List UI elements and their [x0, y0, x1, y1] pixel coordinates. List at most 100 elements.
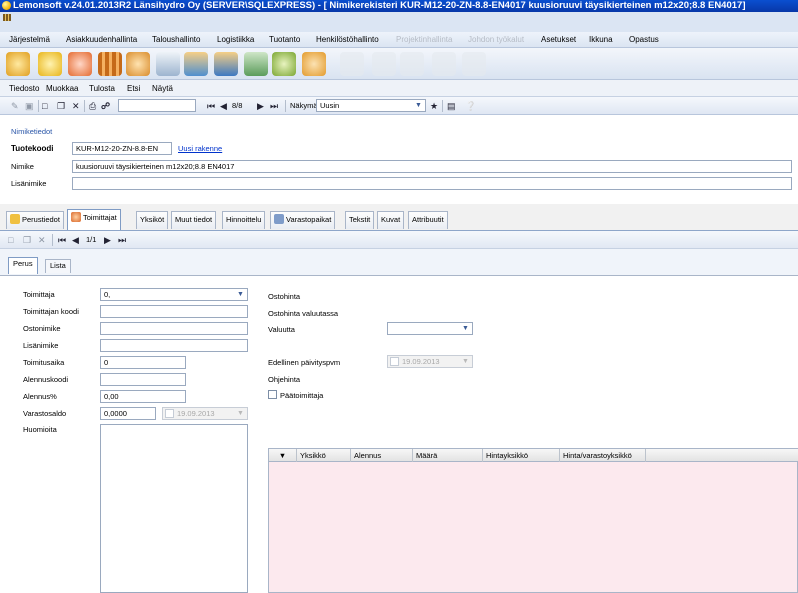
- gear-icon[interactable]: [302, 52, 326, 76]
- menu-asiakkuudenhallinta[interactable]: Asiakkuudenhallinta: [66, 35, 137, 44]
- child-window-menu-icon[interactable]: [3, 14, 11, 21]
- edellinen-paivityspvm-date: 19.09.2013 ▼: [387, 355, 473, 368]
- col-alennus[interactable]: Alennus: [351, 449, 413, 462]
- toimitusaika-field[interactable]: 0: [100, 356, 186, 369]
- view-select[interactable]: Uusin ▼: [316, 99, 426, 112]
- menu-henkilostohallinto[interactable]: Henkilöstöhallinto: [316, 35, 379, 44]
- menu-asetukset[interactable]: Asetukset: [541, 35, 576, 44]
- toimittaja-select[interactable]: 0, ▼: [100, 288, 248, 301]
- tab-varastopaikat[interactable]: Varastopaikat: [270, 211, 336, 229]
- edit-icon[interactable]: ✎: [11, 100, 19, 112]
- lisanimike-label: Lisänimike: [23, 341, 59, 350]
- next-record-button[interactable]: ▶: [257, 100, 264, 112]
- prev-record-button[interactable]: ◀: [220, 100, 227, 112]
- truck-in-icon[interactable]: [184, 52, 208, 76]
- last-record-button[interactable]: ⏭: [118, 234, 126, 246]
- filter-icon[interactable]: ▼: [269, 449, 297, 462]
- col-maara[interactable]: Määrä: [413, 449, 483, 462]
- ostonimike-field[interactable]: [100, 322, 248, 335]
- factory-icon[interactable]: [244, 52, 268, 76]
- view-label: Näkymä: [290, 101, 318, 110]
- save-icon[interactable]: ▣: [25, 100, 34, 112]
- menu-muokkaa[interactable]: Muokkaa: [46, 84, 78, 93]
- menu-nayta[interactable]: Näytä: [152, 84, 173, 93]
- alennus-field[interactable]: 0,00: [100, 390, 186, 403]
- paatoimittaja-checkbox[interactable]: [268, 390, 277, 399]
- menu-tiedosto[interactable]: Tiedosto: [9, 84, 39, 93]
- delete-icon[interactable]: ✕: [72, 100, 80, 112]
- record-navigator: ✎ ▣ □ ❐ ✕ ⎙ ☍ ⏮ ◀ 8/8 ▶ ⏭ Näkymä Uusin ▼…: [0, 97, 798, 115]
- view-select-value: Uusin: [320, 101, 340, 110]
- lisanimike-label: Lisänimike: [11, 179, 47, 188]
- edellinen-paivityspvm-label: Edellinen päivityspvm: [268, 358, 341, 367]
- section-title: Nimiketiedot: [11, 127, 53, 136]
- new-record-icon[interactable]: □: [8, 234, 13, 246]
- prev-record-button[interactable]: ◀: [72, 234, 79, 246]
- valuutta-select[interactable]: ▼: [387, 322, 473, 335]
- tab-kuvat[interactable]: Kuvat: [377, 211, 405, 229]
- tab-lista[interactable]: Lista: [45, 259, 71, 273]
- first-record-button[interactable]: ⏮: [207, 100, 215, 112]
- stack-icon[interactable]: [126, 52, 150, 76]
- col-yksikko[interactable]: Yksikkö: [297, 449, 351, 462]
- favorite-icon[interactable]: ★: [430, 100, 438, 112]
- first-record-button[interactable]: ⏮: [58, 234, 66, 246]
- quick-search-input[interactable]: [118, 99, 196, 112]
- varastosaldo-field[interactable]: 0,0000: [100, 407, 156, 420]
- copy-icon[interactable]: ❐: [23, 234, 31, 246]
- varastosaldo-date: 19.09.2013 ▼: [162, 407, 248, 420]
- tab-toimittajat[interactable]: Toimittajat: [67, 209, 121, 230]
- inner-tabs: Perus Lista: [0, 249, 798, 275]
- people-icon[interactable]: [68, 52, 92, 76]
- module-toolbar: [0, 48, 798, 80]
- last-record-button[interactable]: ⏭: [270, 100, 278, 112]
- lisanimike-field[interactable]: [100, 339, 248, 352]
- alennuskoodi-field[interactable]: [100, 373, 186, 386]
- menu-jarjestelma[interactable]: Järjestelmä: [9, 35, 50, 44]
- new-record-icon[interactable]: □: [42, 100, 47, 112]
- tab-hinnoittelu[interactable]: Hinnoittelu: [222, 211, 266, 229]
- tools-icon[interactable]: [6, 52, 30, 76]
- search-icon[interactable]: ☍: [101, 100, 110, 112]
- truck-out-icon[interactable]: [214, 52, 238, 76]
- huomioita-textarea[interactable]: [100, 424, 248, 593]
- toimittajan-koodi-label: Toimittajan koodi: [23, 307, 79, 316]
- toimittajan-koodi-field[interactable]: [100, 305, 248, 318]
- menu-tuotanto[interactable]: Tuotanto: [269, 35, 300, 44]
- boxes-icon[interactable]: [98, 52, 122, 76]
- tab-tekstit[interactable]: Tekstit: [345, 211, 375, 229]
- tab-attribuutit[interactable]: Attribuutit: [408, 211, 448, 229]
- document-icon[interactable]: [156, 52, 180, 76]
- print-icon[interactable]: ⎙: [89, 100, 96, 112]
- copy-icon[interactable]: ❐: [57, 100, 65, 112]
- tab-yksikot[interactable]: Yksiköt: [136, 211, 169, 229]
- menu-opastus[interactable]: Opastus: [629, 35, 659, 44]
- tab-perustiedot[interactable]: Perustiedot: [6, 211, 64, 229]
- chevron-down-icon: ▼: [462, 325, 469, 332]
- menu-logistiikka[interactable]: Logistiikka: [217, 35, 254, 44]
- delete-icon[interactable]: ✕: [38, 234, 46, 246]
- menu-taloushallinto[interactable]: Taloushallinto: [152, 35, 200, 44]
- supplier-form: Toimittaja 0, ▼ Toimittajan koodi Ostoni…: [0, 275, 798, 593]
- list-icon[interactable]: ▤: [447, 100, 456, 112]
- menu-etsi[interactable]: Etsi: [127, 84, 140, 93]
- tuotekoodi-field[interactable]: KUR-M12-20-ZN-8.8-EN: [72, 142, 172, 155]
- col-hintayksikko[interactable]: Hintayksikkö: [483, 449, 560, 462]
- tab-perus[interactable]: Perus: [8, 257, 38, 274]
- next-record-button[interactable]: ▶: [104, 234, 111, 246]
- tab-muut-tiedot[interactable]: Muut tiedot: [171, 211, 217, 229]
- chevron-down-icon: ▼: [462, 358, 469, 365]
- folder-icon[interactable]: [38, 52, 62, 76]
- help-icon[interactable]: ❔: [465, 100, 476, 112]
- warehouse-icon: [274, 214, 284, 224]
- price-grid[interactable]: ▼ Yksikkö Alennus Määrä Hintayksikkö Hin…: [268, 448, 798, 593]
- globe-icon[interactable]: [272, 52, 296, 76]
- menu-tulosta[interactable]: Tulosta: [89, 84, 115, 93]
- window-title: Lemonsoft v.24.01.2013R2 Länsihydro Oy (…: [13, 0, 746, 11]
- new-structure-link[interactable]: Uusi rakenne: [178, 144, 222, 153]
- col-hinta-varastoyksikko[interactable]: Hinta/varastoyksikkö: [560, 449, 646, 462]
- lisanimike-field[interactable]: [72, 177, 792, 190]
- menu-ikkuna[interactable]: Ikkuna: [589, 35, 613, 44]
- nimike-field[interactable]: kuusioruuvi täysikierteinen m12x20;8.8 E…: [72, 160, 792, 173]
- document-menu: Tiedosto Muokkaa Tulosta Etsi Näytä: [0, 80, 798, 97]
